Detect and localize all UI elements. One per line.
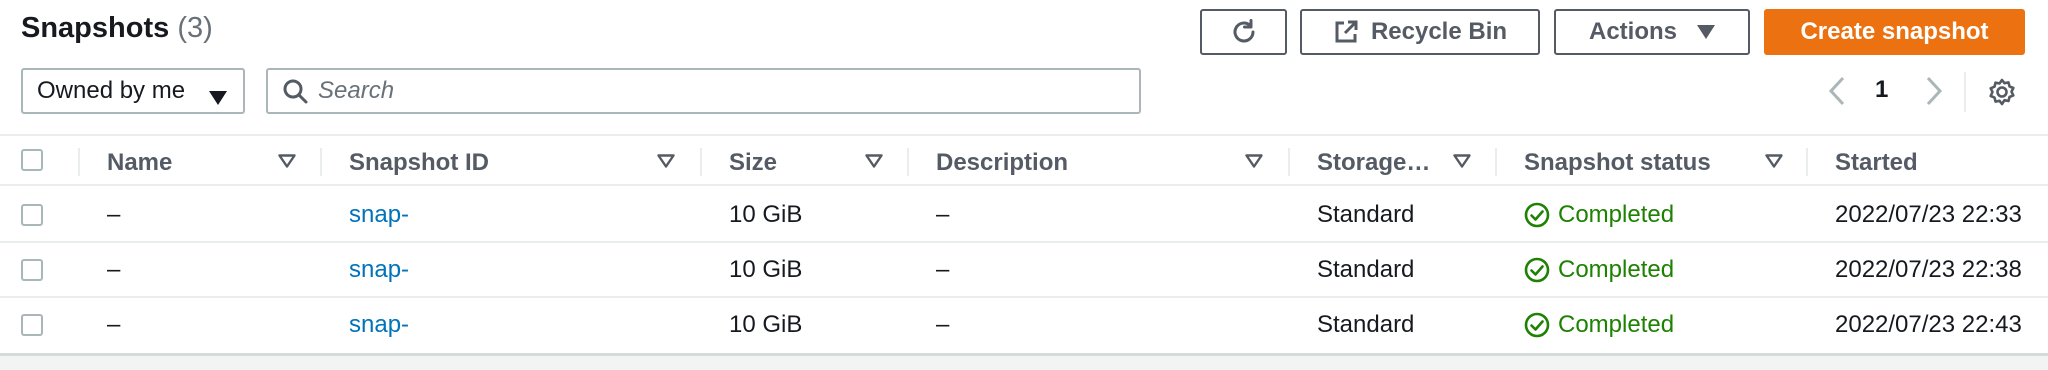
cell-storage: Standard [1317, 201, 1415, 228]
column-divider [78, 148, 80, 176]
sort-icon[interactable] [1453, 154, 1471, 173]
external-link-icon [1333, 19, 1359, 45]
snapshots-panel: Snapshots (3) Recycle Bin Actions Create… [0, 0, 2048, 356]
table-row[interactable]: – snap- 10 GiB – Standard Completed 2022… [0, 298, 2048, 353]
check-circle-icon [1524, 257, 1550, 283]
actions-label: Actions [1588, 18, 1677, 45]
cell-size: 10 GiB [729, 201, 803, 228]
cell-name: – [107, 201, 121, 228]
column-divider [320, 148, 322, 176]
refresh-icon [1230, 18, 1258, 46]
cell-storage: Standard [1317, 311, 1415, 338]
recycle-bin-label: Recycle Bin [1370, 18, 1508, 45]
owner-filter-value: Owned by me [37, 77, 186, 104]
snapshot-id-link[interactable]: snap- [349, 201, 409, 229]
owner-filter-select[interactable]: Owned by me [21, 68, 245, 114]
row-checkbox[interactable] [21, 259, 43, 281]
column-header-name[interactable]: Name [107, 149, 172, 177]
column-header-started[interactable]: Started [1835, 149, 1918, 177]
status-badge: Completed [1524, 311, 1674, 339]
cell-size: 10 GiB [729, 256, 803, 283]
snapshot-id-link[interactable]: snap- [349, 256, 409, 284]
column-header-size[interactable]: Size [729, 149, 777, 177]
table-header: Name Snapshot ID Size Description Storag… [0, 134, 2048, 186]
status-badge: Completed [1524, 201, 1674, 229]
column-header-snapshot-id[interactable]: Snapshot ID [349, 149, 489, 177]
cell-size: 10 GiB [729, 311, 803, 338]
caret-down-icon [1697, 25, 1715, 39]
table-row[interactable]: – snap- 10 GiB – Standard Completed 2022… [0, 243, 2048, 298]
column-divider [1288, 148, 1290, 176]
status-text: Completed [1558, 256, 1675, 283]
column-header-description[interactable]: Description [936, 149, 1068, 177]
actions-dropdown-button[interactable]: Actions [1554, 9, 1750, 55]
search-input[interactable] [316, 76, 1120, 106]
create-snapshot-button[interactable]: Create snapshot [1764, 9, 2025, 55]
page-title: Snapshots (3) [21, 12, 213, 45]
column-divider [907, 148, 909, 176]
sort-icon[interactable] [657, 154, 675, 173]
snapshot-id-link[interactable]: snap- [349, 311, 409, 339]
snapshot-count: (3) [177, 12, 213, 44]
status-badge: Completed [1524, 256, 1674, 284]
cell-started: 2022/07/23 22:43 [1835, 311, 2022, 338]
select-all-checkbox[interactable] [21, 149, 43, 171]
previous-page-icon[interactable] [1828, 76, 1846, 111]
column-divider [700, 148, 702, 176]
column-divider [1495, 148, 1497, 176]
page-number[interactable]: 1 [1875, 76, 1888, 104]
next-page-icon[interactable] [1925, 76, 1943, 111]
row-checkbox[interactable] [21, 204, 43, 226]
create-snapshot-label: Create snapshot [1800, 18, 1989, 45]
check-circle-icon [1524, 312, 1550, 338]
cell-description: – [936, 201, 950, 228]
cell-name: – [107, 256, 121, 283]
sort-icon[interactable] [1765, 154, 1783, 173]
cell-storage: Standard [1317, 256, 1415, 283]
search-field[interactable] [266, 68, 1141, 114]
column-header-storage[interactable]: Storage… [1317, 149, 1430, 177]
row-checkbox[interactable] [21, 314, 43, 336]
cell-description: – [936, 256, 950, 283]
table-row[interactable]: – snap- 10 GiB – Standard Completed 2022… [0, 188, 2048, 243]
status-text: Completed [1558, 311, 1675, 338]
recycle-bin-button[interactable]: Recycle Bin [1300, 9, 1540, 55]
caret-down-icon [209, 84, 227, 112]
gear-icon[interactable] [1987, 77, 2017, 112]
column-divider [1806, 148, 1808, 176]
sort-icon[interactable] [1245, 154, 1263, 173]
cell-started: 2022/07/23 22:33 [1835, 201, 2022, 228]
search-icon [282, 78, 308, 104]
sort-icon[interactable] [278, 154, 296, 173]
refresh-button[interactable] [1200, 9, 1287, 55]
pagination-divider [1964, 72, 1966, 112]
column-header-snapshot-status[interactable]: Snapshot status [1524, 149, 1711, 177]
cell-name: – [107, 311, 121, 338]
cell-started: 2022/07/23 22:38 [1835, 256, 2022, 283]
title-text: Snapshots [21, 12, 170, 44]
cell-description: – [936, 311, 950, 338]
status-text: Completed [1558, 201, 1675, 228]
check-circle-icon [1524, 202, 1550, 228]
sort-icon[interactable] [865, 154, 883, 173]
